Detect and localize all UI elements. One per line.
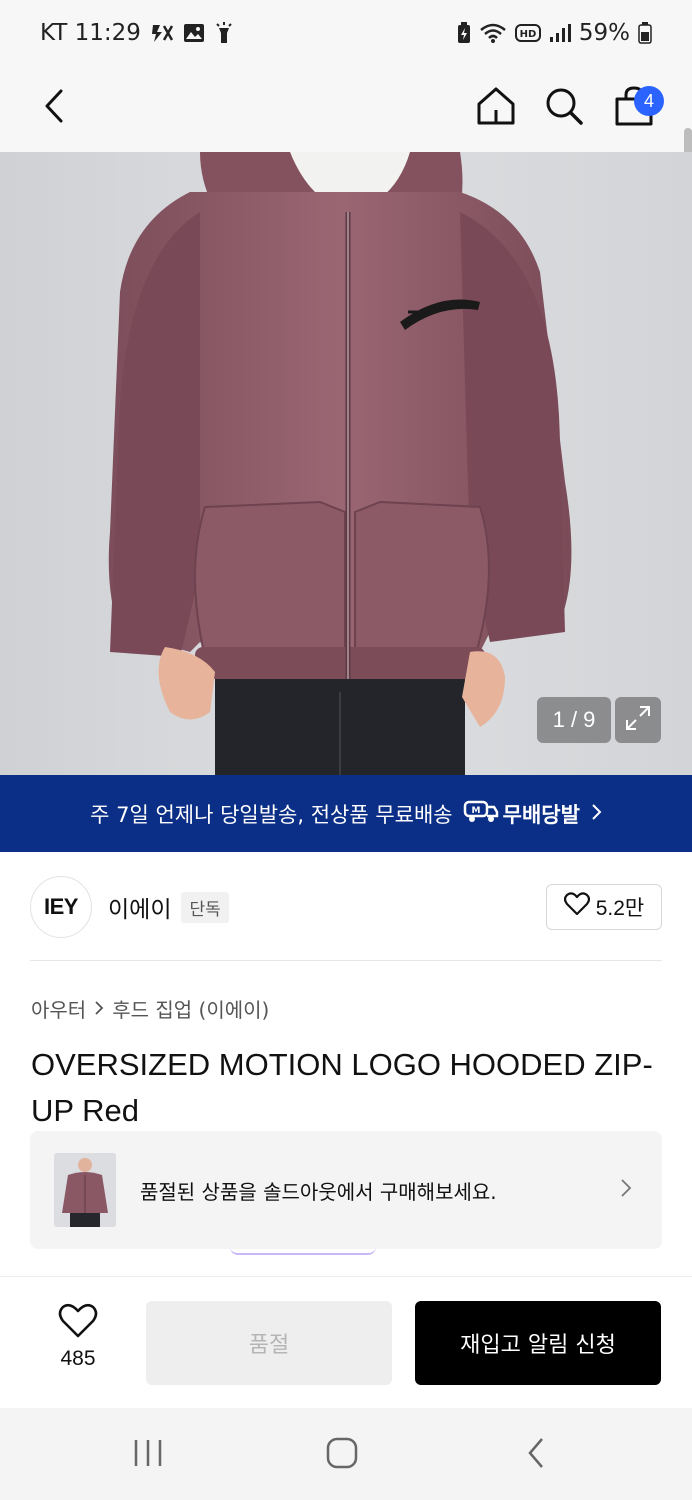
promo-chevron-icon [590, 802, 602, 826]
soldout-button: 품절 [146, 1301, 392, 1385]
chevron-right-icon [620, 1178, 632, 1202]
partial-button-outline [230, 1247, 376, 1255]
restock-alert-button[interactable]: 재입고 알림 신청 [415, 1301, 661, 1385]
cart-button[interactable]: 4 [604, 78, 664, 138]
gallery-icon [183, 23, 205, 43]
heart-icon [563, 892, 590, 922]
promo-logo: M 무배당발 [463, 799, 580, 829]
heart-icon [58, 1303, 98, 1343]
delivery-truck-icon: M [463, 799, 499, 828]
home-icon [476, 86, 516, 130]
status-bar: KT 11:29 HD 59% [0, 0, 692, 66]
image-counter: 1 / 9 [537, 697, 611, 743]
wishlist-button[interactable]: 485 [36, 1303, 120, 1371]
home-button[interactable] [466, 78, 526, 138]
brand-like-button[interactable]: 5.2만 [546, 884, 662, 930]
back-button[interactable] [24, 78, 84, 138]
brand-logo[interactable]: IEY [30, 876, 92, 938]
soldout-link-card[interactable]: 품절된 상품을 솔드아웃에서 구매해보세요. [30, 1131, 662, 1249]
svg-text:M: M [471, 806, 480, 816]
signal-icon [549, 23, 571, 43]
product-title: OVERSIZED MOTION LOGO HOODED ZIP-UP Red [31, 1047, 653, 1128]
home-nav-button[interactable] [312, 1430, 372, 1480]
product-thumbnail [54, 1153, 116, 1227]
breadcrumb: 아우터 후드 집업 (이에이) [31, 994, 269, 1023]
recent-apps-button[interactable] [118, 1430, 178, 1480]
brand-name[interactable]: 이에이 [108, 890, 171, 924]
home-nav-icon [325, 1436, 359, 1474]
search-icon [544, 86, 584, 130]
expand-icon [624, 704, 652, 736]
back-nav-icon [525, 1436, 547, 1474]
recent-apps-icon [131, 1438, 165, 1472]
battery-saver-icon [457, 22, 471, 44]
flash-off-icon [151, 23, 173, 43]
back-chevron-icon [42, 88, 66, 128]
battery-icon [638, 22, 652, 44]
bottom-action-bar: 485 품절 재입고 알림 신청 [0, 1276, 692, 1408]
promo-logo-text: 무배당발 [502, 802, 580, 827]
battery-percent: 59% [578, 20, 630, 46]
cart-count-badge: 4 [634, 86, 664, 116]
breadcrumb-category[interactable]: 아우터 [31, 994, 86, 1023]
back-nav-button[interactable] [506, 1430, 566, 1480]
expand-button[interactable] [615, 697, 661, 743]
breadcrumb-chevron-icon [94, 997, 104, 1021]
search-button[interactable] [534, 78, 594, 138]
brand-row: IEY 이에이 단독 5.2만 [30, 876, 662, 938]
divider [30, 960, 662, 961]
soldout-card-text: 품절된 상품을 솔드아웃에서 구매해보세요. [140, 1179, 497, 1204]
wifi-icon [479, 22, 507, 44]
hd-voice-icon: HD [514, 23, 541, 43]
brand-like-count: 5.2만 [595, 897, 645, 920]
product-image[interactable] [0, 152, 692, 775]
flashlight-icon [215, 22, 233, 44]
status-right: HD 59% [457, 20, 652, 46]
status-left: KT 11:29 [40, 20, 233, 46]
wishlist-count: 485 [60, 1347, 96, 1370]
promo-text: 주 7일 언제나 당일발송, 전상품 무료배송 [90, 802, 453, 827]
status-time: KT 11:29 [40, 20, 141, 46]
svg-text:HD: HD [520, 29, 537, 40]
promo-banner[interactable]: 주 7일 언제나 당일발송, 전상품 무료배송 M 무배당발 [0, 775, 692, 852]
breadcrumb-subcategory[interactable]: 후드 집업 (이에이) [112, 994, 269, 1023]
exclusive-badge: 단독 [181, 891, 229, 923]
system-nav-bar [0, 1408, 692, 1500]
hoodie-photo [108, 152, 572, 775]
app-header: 4 [0, 66, 692, 198]
